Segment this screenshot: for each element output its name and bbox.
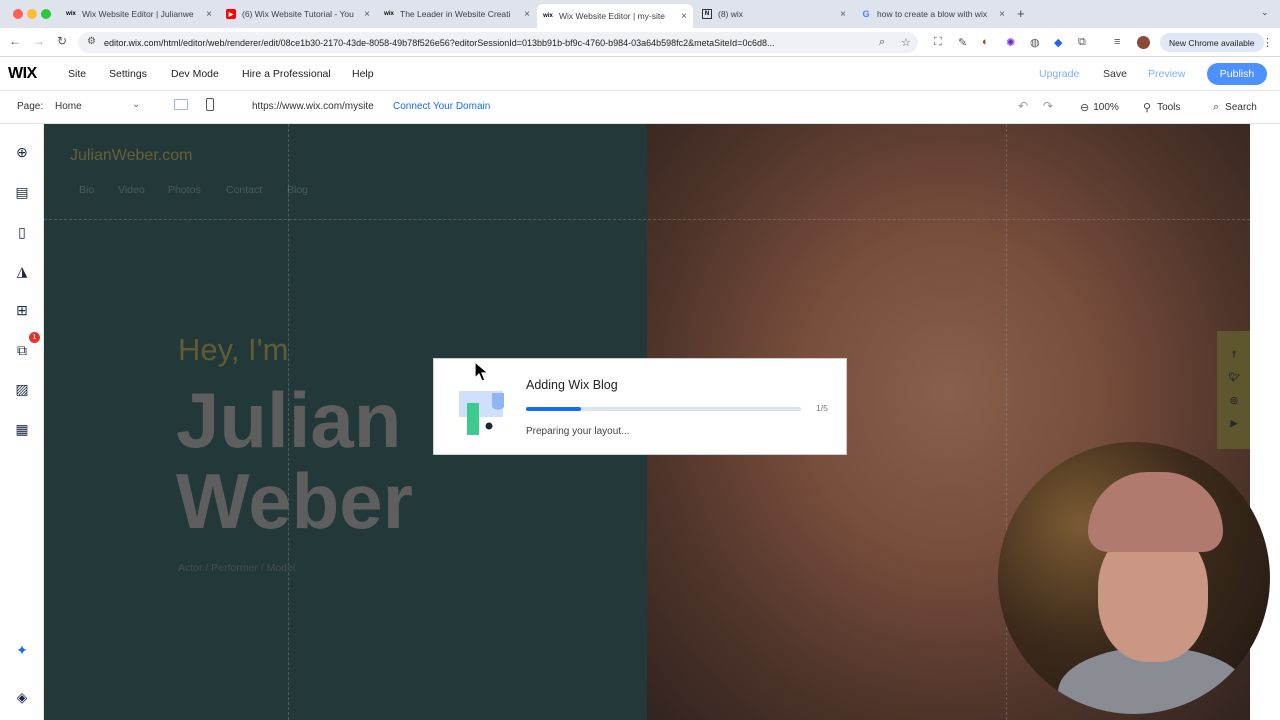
- publish-button[interactable]: Publish: [1207, 63, 1267, 85]
- minimize-window-dot[interactable]: [27, 9, 37, 19]
- ai-assistant-icon[interactable]: ✦: [12, 640, 32, 660]
- back-icon[interactable]: ←: [9, 34, 21, 48]
- reload-icon[interactable]: ↻: [57, 34, 67, 48]
- site-info-icon[interactable]: ⚙: [87, 36, 96, 47]
- menu-hire-a-professional[interactable]: Hire a Professional: [242, 68, 331, 80]
- browser-tab-bar: wix Wix Website Editor | Julianwe × ▶ (6…: [0, 0, 1280, 28]
- browser-tab[interactable]: G how to create a blow with wix ×: [855, 3, 1011, 25]
- menu-site[interactable]: Site: [68, 68, 86, 80]
- add-elements-icon[interactable]: ⊕: [12, 142, 32, 162]
- presenter-webcam: [998, 442, 1270, 714]
- forward-icon[interactable]: →: [33, 34, 45, 48]
- browser-tab[interactable]: wix The Leader in Website Creati ×: [378, 3, 536, 25]
- menu-help[interactable]: Help: [352, 68, 374, 80]
- wix-editor-topbar: WIX Site Settings Dev Mode Hire a Profes…: [0, 57, 1280, 91]
- new-tab-icon[interactable]: +: [1017, 6, 1025, 21]
- url-text: editor.wix.com/html/editor/web/renderer/…: [104, 37, 775, 48]
- profile-avatar[interactable]: [1137, 36, 1150, 49]
- progress-fill: [526, 407, 581, 411]
- extension-icon[interactable]: ◍: [1030, 36, 1040, 49]
- theme-icon[interactable]: ◮: [12, 261, 32, 281]
- add-apps-icon[interactable]: ⧉: [12, 340, 32, 360]
- undo-icon[interactable]: ↶: [1018, 99, 1028, 113]
- zoom-icon: ⊖: [1080, 101, 1090, 114]
- address-bar[interactable]: ⚙ editor.wix.com/html/editor/web/rendere…: [78, 32, 918, 53]
- tools-button[interactable]: ⚲ Tools: [1143, 99, 1180, 115]
- desktop-view-icon[interactable]: [174, 99, 188, 110]
- progress-bar: [526, 407, 801, 411]
- extensions-puzzle-icon[interactable]: ⧉: [1078, 36, 1086, 49]
- browser-tab-active[interactable]: wix Wix Website Editor | my-site ×: [537, 4, 693, 28]
- page-selector[interactable]: Home ⌄: [55, 97, 145, 117]
- reading-list-icon[interactable]: ≡: [1114, 36, 1120, 48]
- close-tab-icon[interactable]: ×: [524, 9, 530, 20]
- close-tab-icon[interactable]: ×: [206, 9, 212, 20]
- cms-icon[interactable]: ▦: [12, 419, 32, 439]
- connect-domain-link[interactable]: Connect Your Domain: [393, 101, 490, 112]
- screenshot-icon[interactable]: ⛶: [934, 36, 942, 49]
- notion-favicon-icon: N: [702, 9, 712, 19]
- redo-icon[interactable]: ↷: [1043, 99, 1053, 113]
- browser-toolbar: ← → ↻ ⚙ editor.wix.com/html/editor/web/r…: [0, 28, 1280, 57]
- browser-tab[interactable]: ▶ (6) Wix Website Tutorial - You ×: [220, 3, 376, 25]
- wix-logo[interactable]: WIX: [8, 65, 37, 83]
- close-tab-icon[interactable]: ×: [999, 9, 1005, 20]
- apps-icon[interactable]: ⊞: [12, 300, 32, 320]
- extension-icon[interactable]: ◐: [982, 36, 989, 48]
- wix-editor-subbar: Page: Home ⌄ https://www.wix.com/mysite …: [0, 91, 1280, 124]
- extension-icon[interactable]: ✺: [1006, 36, 1015, 49]
- browser-tab[interactable]: N (8) wix ×: [696, 3, 852, 25]
- preview-button[interactable]: Preview: [1148, 68, 1185, 80]
- close-tab-icon[interactable]: ×: [681, 11, 687, 22]
- page-label: Page:: [17, 101, 44, 112]
- extension-icon[interactable]: ◆: [1054, 36, 1062, 49]
- zoom-window-dot[interactable]: [41, 9, 51, 19]
- pages-icon[interactable]: ▯: [12, 222, 32, 242]
- search-button[interactable]: ⌕ Search: [1213, 99, 1257, 115]
- editor-left-toolbar: ⊕ ▤ ▯ ◮ ⊞ ⧉ 1 ▨ ▦ ✦ ◈: [0, 124, 44, 720]
- media-icon[interactable]: ▨: [12, 379, 32, 399]
- zoom-control[interactable]: ⊖ 100%: [1080, 99, 1119, 115]
- chevron-down-icon: ⌄: [132, 99, 141, 110]
- tools-icon: ⚲: [1143, 101, 1152, 114]
- step-counter: 1/5: [816, 403, 828, 413]
- mobile-view-icon[interactable]: [206, 98, 214, 111]
- wix-blog-illustration-icon: [459, 391, 504, 435]
- save-button[interactable]: Save: [1103, 68, 1127, 80]
- close-tab-icon[interactable]: ×: [840, 9, 846, 20]
- site-url: https://www.wix.com/mysite: [252, 101, 374, 112]
- close-window-dot[interactable]: [13, 9, 23, 19]
- layers-icon[interactable]: ◈: [12, 687, 32, 707]
- search-icon: ⌕: [1213, 100, 1220, 113]
- wix-favicon-icon: wix: [66, 11, 76, 17]
- dialog-title: Adding Wix Blog: [526, 378, 618, 392]
- pen-icon[interactable]: ✎: [958, 36, 967, 49]
- youtube-favicon-icon: ▶: [226, 9, 236, 19]
- zoom-icon[interactable]: ⌕: [879, 36, 885, 49]
- wix-favicon-icon: wix: [543, 13, 553, 19]
- menu-settings[interactable]: Settings: [109, 68, 147, 80]
- browser-menu-icon[interactable]: ⋮: [1262, 36, 1273, 49]
- bookmark-star-icon[interactable]: ☆: [901, 36, 911, 49]
- presenter-cap: [1088, 472, 1223, 552]
- notification-badge: 1: [29, 332, 40, 343]
- close-tab-icon[interactable]: ×: [364, 9, 370, 20]
- status-text: Preparing your layout...: [526, 426, 630, 437]
- wix-favicon-icon: wix: [384, 11, 394, 17]
- google-favicon-icon: G: [862, 9, 870, 19]
- mouse-cursor-icon: [474, 361, 490, 382]
- adding-app-dialog: Adding Wix Blog 1/5 Preparing your layou…: [433, 358, 847, 455]
- upgrade-button[interactable]: Upgrade: [1039, 68, 1079, 80]
- browser-tab[interactable]: wix Wix Website Editor | Julianwe ×: [60, 3, 218, 25]
- tab-search-chevron-icon[interactable]: ⌄: [1261, 7, 1269, 18]
- new-chrome-available-button[interactable]: New Chrome available: [1160, 33, 1264, 52]
- menu-dev-mode[interactable]: Dev Mode: [171, 68, 219, 80]
- sections-icon[interactable]: ▤: [12, 182, 32, 202]
